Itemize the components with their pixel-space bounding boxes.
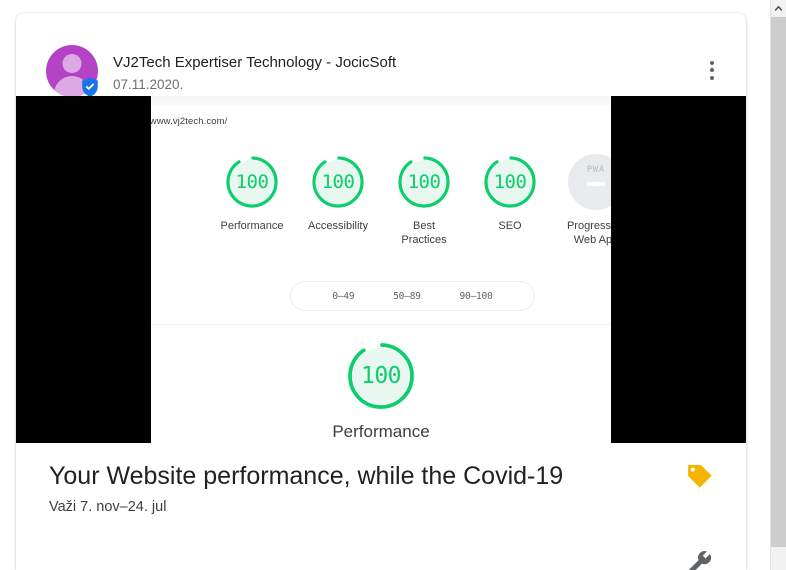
ad-preview-card: VJ2Tech Expertiser Technology - JocicSof…: [16, 13, 746, 570]
kebab-dot: [710, 75, 714, 80]
legend-range-pass: 90–100: [459, 290, 493, 302]
kebab-dot: [710, 68, 714, 72]
gauge-label: Performance: [332, 422, 430, 441]
score-gauge-accessibility: 100 Accessibility: [295, 154, 381, 247]
avatar-head: [62, 54, 82, 73]
ad-headline: Your Website performance, while the Covi…: [49, 462, 564, 490]
gauge-label: SEO: [498, 220, 522, 232]
legend-range-fail: 0–49: [332, 290, 355, 302]
gauge-label: Accessibility: [308, 220, 368, 232]
tag-icon: [688, 465, 712, 488]
gauge-label: Progressive Web App: [566, 220, 611, 246]
score-legend: 0–49 50–89 90–100: [290, 281, 535, 311]
avatar: [46, 45, 100, 99]
gauge-value: PWA: [586, 165, 606, 175]
verified-shield-icon: [82, 77, 98, 97]
more-vertical-icon[interactable]: [698, 53, 726, 87]
lighthouse-report-image: /www.vj2tech.com/ 100 Performance 100 Ac…: [151, 96, 611, 443]
gauge-ring-na: PWA: [568, 154, 611, 210]
gauge-ring: 100: [310, 154, 366, 210]
gauge-value: 100: [493, 171, 527, 193]
scrollbar-thumb[interactable]: [771, 17, 786, 547]
report-topbar: [151, 96, 611, 105]
gauge-value: 100: [360, 363, 402, 389]
detail-score-block: 100 Performance: [151, 340, 611, 442]
ad-media-area[interactable]: /www.vj2tech.com/ 100 Performance 100 Ac…: [16, 96, 746, 443]
page-root: VJ2Tech Expertiser Technology - JocicSof…: [0, 0, 786, 570]
section-divider: [151, 324, 611, 325]
legend-range-average: 50–89: [393, 290, 421, 302]
kebab-dot: [710, 60, 714, 65]
chevron-up-icon[interactable]: [771, 0, 786, 16]
gauge-ring: 100: [482, 154, 538, 210]
gauge-ring: 100: [224, 154, 280, 210]
gauge-value: 100: [321, 171, 355, 193]
ad-date: 07.11.2020.: [113, 77, 184, 92]
gauge-ring: 100: [396, 154, 452, 210]
gauge-label: Best Practices: [401, 220, 447, 246]
ad-schedule: Važi 7. nov–24. jul: [49, 499, 167, 515]
score-gauge-performance: 100 Performance: [209, 154, 295, 247]
gauge-value: 100: [407, 171, 441, 193]
score-gauge-pwa: PWA Progressive Web App: [553, 154, 611, 247]
score-gauge-row: 100 Performance 100 Accessibility 100 Be…: [209, 154, 611, 247]
ad-footer: Your Website performance, while the Covi…: [16, 443, 746, 570]
report-url: /www.vj2tech.com/: [151, 116, 228, 127]
gauge-ring-large: 100: [345, 340, 417, 412]
gauge-na-dash: [587, 182, 605, 186]
page-scrollbar[interactable]: [770, 0, 786, 570]
gauge-value: 100: [235, 171, 269, 193]
account-name: VJ2Tech Expertiser Technology - JocicSof…: [113, 54, 397, 71]
gauge-label: Performance: [220, 220, 284, 232]
card-header: VJ2Tech Expertiser Technology - JocicSof…: [16, 13, 746, 99]
score-gauge-best-practices: 100 Best Practices: [381, 154, 467, 247]
wrench-icon[interactable]: [682, 548, 716, 570]
header-text-block: VJ2Tech Expertiser Technology - JocicSof…: [113, 53, 396, 93]
score-gauge-seo: 100 SEO: [467, 154, 553, 247]
